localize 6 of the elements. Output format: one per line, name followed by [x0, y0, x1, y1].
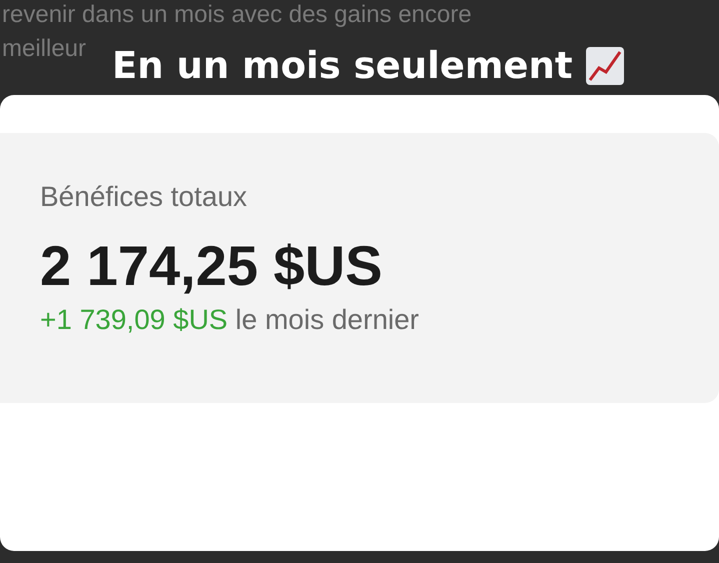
earnings-total: 2 174,25 $US	[40, 233, 384, 298]
earnings-label: Bénéfices totaux	[40, 181, 248, 213]
earnings-change: +1 739,09 $US le mois dernier	[40, 304, 420, 336]
story-caption: En un mois seulement	[112, 44, 573, 87]
background-text: revenir dans un mois avec des gains encore	[2, 0, 473, 30]
chart-increasing-icon	[584, 46, 625, 86]
